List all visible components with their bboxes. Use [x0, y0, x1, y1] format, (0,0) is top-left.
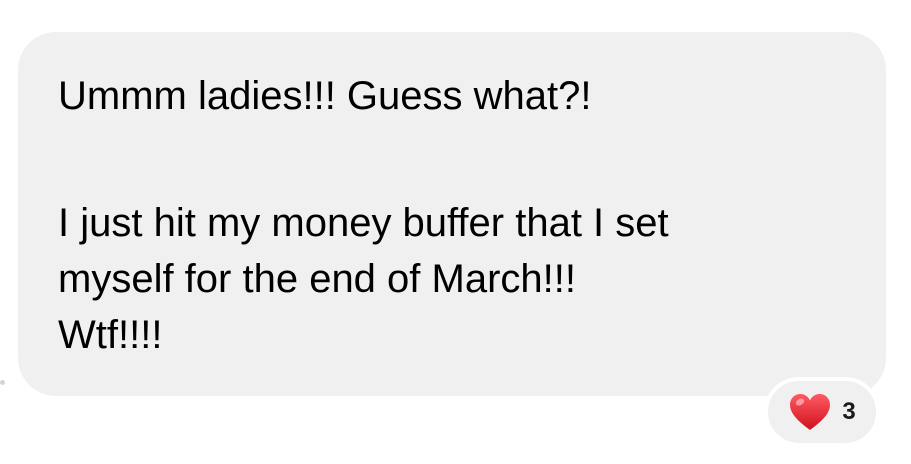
- message-bubble[interactable]: Ummm ladies!!! Guess what?! I just hit m…: [18, 32, 886, 396]
- message-line: Wtf!!!!: [58, 313, 163, 357]
- message-line: Ummm ladies!!! Guess what?!: [58, 74, 592, 118]
- message-line: I just hit my money buffer that I set: [58, 201, 669, 245]
- message-paragraph-gap: [58, 124, 856, 195]
- reaction-badge[interactable]: 3: [764, 377, 880, 447]
- heart-icon: [790, 394, 831, 430]
- message-line: myself for the end of March!!!: [58, 257, 576, 301]
- edge-dot: [0, 380, 5, 385]
- reaction-count: 3: [842, 398, 856, 425]
